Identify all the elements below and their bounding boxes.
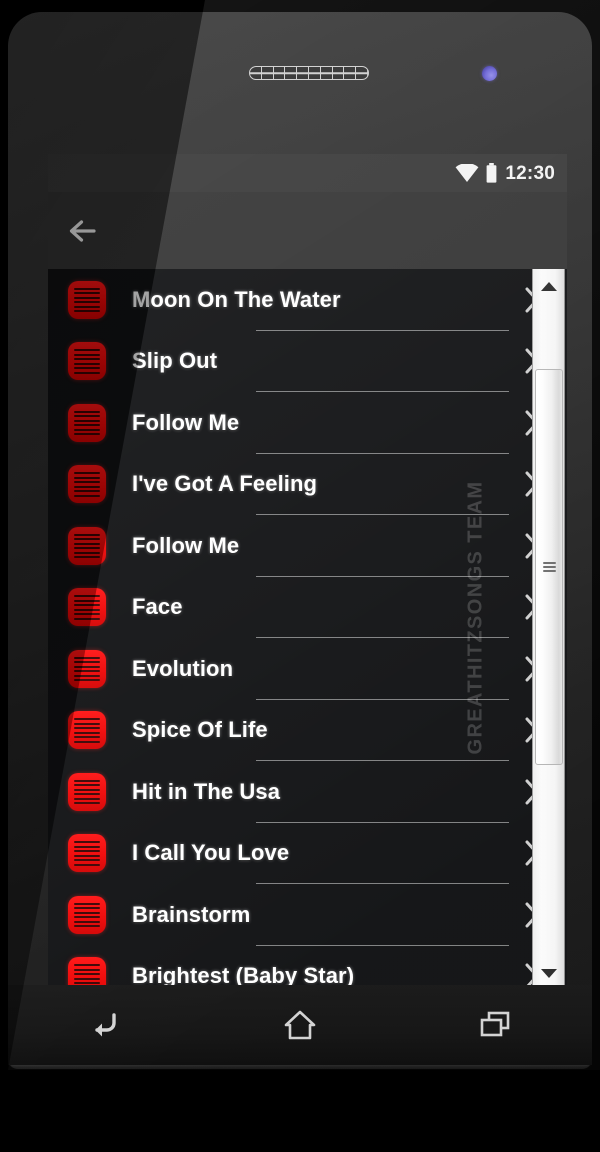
song-list-icon [68, 772, 106, 811]
speaker-grille-icon [249, 66, 369, 80]
scroll-down-arrow-icon[interactable] [533, 959, 564, 987]
song-title-wrap: Follow Me [132, 515, 509, 577]
nav-back-button[interactable] [45, 995, 165, 1055]
song-title: I Call You Love [132, 840, 290, 866]
song-list-icon [68, 834, 106, 873]
song-title-wrap: I've Got A Feeling [132, 454, 509, 515]
song-list-icon [68, 588, 106, 627]
song-title: Hit in The Usa [132, 778, 281, 804]
song-list-item[interactable]: Slip Out [48, 331, 567, 392]
scrollbar-grip-icon [542, 562, 556, 572]
song-list-item[interactable]: Evolution [48, 638, 567, 700]
wifi-icon [455, 163, 479, 182]
song-list-item[interactable]: Follow Me [48, 515, 567, 577]
back-button[interactable] [48, 192, 122, 269]
nav-home-button[interactable] [240, 995, 360, 1055]
nav-home-icon [284, 1010, 316, 1040]
song-list-icon [68, 895, 106, 934]
song-title: Face [132, 594, 183, 620]
song-list-icon [68, 403, 106, 442]
song-list-item[interactable]: Face [48, 577, 567, 638]
battery-full-icon [486, 163, 497, 183]
song-title: Spice Of Life [132, 717, 268, 743]
song-list-item[interactable]: Brainstorm [48, 884, 567, 946]
song-list-item[interactable]: Spice Of Life [48, 700, 567, 761]
song-title: I've Got A Feeling [132, 471, 318, 497]
nav-back-icon [95, 1013, 117, 1037]
song-title: Brainstorm [132, 901, 251, 927]
back-arrow-icon [69, 219, 96, 242]
song-title-wrap: Spice Of Life [132, 700, 509, 761]
song-title: Follow Me [132, 409, 240, 435]
action-bar [48, 192, 567, 269]
song-list-icon [68, 465, 106, 504]
song-list-item[interactable]: Moon On The Water [48, 269, 567, 331]
song-title-wrap: Evolution [132, 638, 509, 700]
song-list-icon [68, 342, 106, 381]
song-title: Evolution [132, 655, 234, 681]
song-list[interactable]: Moon On The Water Slip Out Follow Me I've G… [48, 269, 567, 992]
scrollbar[interactable] [532, 269, 565, 992]
status-bar: 12:30 [48, 154, 567, 192]
scroll-up-arrow-icon[interactable] [533, 272, 564, 300]
song-title-wrap: Hit in The Usa [132, 761, 509, 823]
nav-recents-button[interactable] [435, 995, 555, 1055]
song-list-icon [68, 711, 106, 750]
front-camera-icon [482, 66, 497, 81]
song-title-wrap: Face [132, 577, 509, 638]
song-title: Slip Out [132, 348, 218, 374]
song-title: Follow Me [132, 532, 240, 558]
phone-screen: 12:30 Moon On The Water Slip Out Follow Me… [48, 154, 567, 992]
song-list-icon [68, 280, 106, 319]
android-nav-bar [8, 985, 592, 1065]
song-title-wrap: I Call You Love [132, 823, 509, 884]
song-title: Moon On The Water [132, 286, 341, 312]
song-list-icon [68, 649, 106, 688]
nav-recents-icon [480, 1011, 509, 1037]
song-list-item[interactable]: Follow Me [48, 392, 567, 454]
status-bar-clock: 12:30 [505, 162, 555, 184]
song-list-item[interactable]: I Call You Love [48, 823, 567, 884]
song-title-wrap: Brainstorm [132, 884, 509, 946]
song-list-icon [68, 526, 106, 565]
scrollbar-thumb[interactable] [535, 369, 563, 765]
phone-device: 12:30 Moon On The Water Slip Out Follow Me… [8, 12, 592, 1069]
song-list-item[interactable]: I've Got A Feeling [48, 454, 567, 515]
song-list-item[interactable]: Hit in The Usa [48, 761, 567, 823]
song-title-wrap: Slip Out [132, 331, 509, 392]
song-title-wrap: Moon On The Water [132, 269, 509, 331]
song-title-wrap: Follow Me [132, 392, 509, 454]
